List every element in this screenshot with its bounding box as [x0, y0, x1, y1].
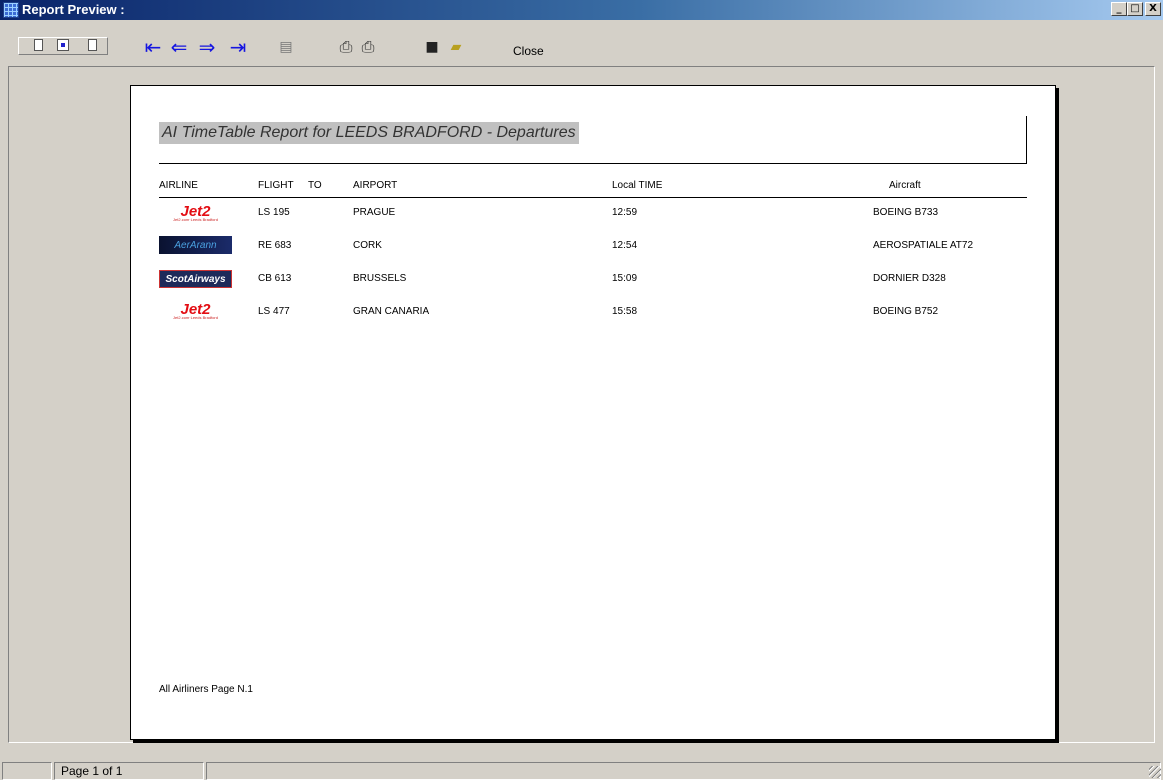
close-window-button[interactable]: X	[1145, 2, 1161, 16]
logo-text: Jet2	[180, 202, 211, 220]
last-page-icon[interactable]: ⇥	[226, 37, 250, 57]
flight-cell: CB 613	[258, 273, 292, 284]
status-cell-main	[206, 762, 1161, 780]
airline-logo-jet2: Jet2 Jet2.com·Leeds Bradford	[159, 204, 232, 222]
close-button[interactable]: Close	[513, 44, 544, 58]
prev-page-icon[interactable]: ⇐	[167, 37, 191, 57]
save-icon[interactable]: ■	[423, 37, 441, 57]
airport-cell: BRUSSELS	[353, 273, 407, 284]
print-setup-icon[interactable]: ⎙	[336, 37, 356, 57]
status-bar: Page 1 of 1	[0, 760, 1163, 780]
logo-subtext: Jet2.com·Leeds Bradford	[173, 216, 218, 222]
report-page: AI TimeTable Report for LEEDS BRADFORD -…	[130, 85, 1056, 740]
goto-page-icon[interactable]: ▤	[276, 37, 296, 57]
logo-subtext: Jet2.com·Leeds Bradford	[173, 314, 218, 320]
time-cell: 15:09	[612, 273, 638, 284]
airport-cell: PRAGUE	[353, 207, 396, 218]
flight-cell: RE 683	[258, 240, 292, 251]
report-title: AI TimeTable Report for LEEDS BRADFORD -…	[159, 122, 579, 144]
maximize-button[interactable]: □	[1127, 2, 1143, 16]
page-width-icon[interactable]	[88, 39, 97, 51]
column-header-local-time: Local TIME	[612, 180, 663, 191]
status-cell-empty	[2, 762, 52, 780]
minimize-button[interactable]: _	[1111, 2, 1127, 16]
first-page-icon[interactable]: ⇤	[141, 37, 165, 57]
flight-cell: LS 477	[258, 306, 290, 317]
title-divider-vertical	[1026, 116, 1027, 164]
logo-text: ScotAirways	[165, 273, 226, 285]
header-divider	[159, 197, 1027, 198]
window-title: Report Preview :	[22, 2, 125, 17]
close-button-label: Close	[513, 44, 544, 58]
title-bar: Report Preview : _ □ X	[0, 0, 1163, 20]
flight-cell: LS 195	[258, 207, 290, 218]
airline-logo-jet2: Jet2 Jet2.com·Leeds Bradford	[159, 302, 232, 320]
resize-grip-icon[interactable]	[1149, 766, 1161, 778]
title-divider	[159, 163, 1027, 164]
aircraft-cell: AEROSPATIALE AT72	[873, 240, 974, 251]
column-header-airport: AIRPORT	[353, 180, 398, 191]
aircraft-cell: BOEING B752	[873, 306, 939, 317]
aircraft-cell: DORNIER D328	[873, 273, 946, 284]
logo-text: AerArann	[174, 239, 217, 251]
airline-logo-aer-arann: AerArann	[159, 236, 232, 254]
aircraft-cell: BOEING B733	[873, 207, 939, 218]
print-icon[interactable]: ⎙	[358, 37, 378, 57]
open-folder-icon[interactable]: ▰	[446, 37, 466, 57]
report-footer: All Airliners Page N.1	[159, 684, 253, 695]
column-header-to: TO	[308, 180, 322, 191]
column-header-flight: FLIGHT	[258, 180, 294, 191]
airport-cell: CORK	[353, 240, 382, 251]
column-header-airline: AIRLINE	[159, 180, 198, 191]
column-header-aircraft: Aircraft	[889, 180, 921, 191]
page-info: Page 1 of 1	[54, 762, 204, 780]
airline-logo-scot-airways: ScotAirways	[159, 270, 232, 288]
toolbar: ⇤ ⇐ ⇒ ⇥ ▤ ⎙ ⎙ ■ ▰ Close	[0, 20, 1163, 66]
two-page-icon[interactable]	[57, 39, 69, 51]
one-page-icon[interactable]	[34, 39, 43, 51]
time-cell: 12:54	[612, 240, 638, 251]
time-cell: 12:59	[612, 207, 638, 218]
airport-cell: GRAN CANARIA	[353, 306, 430, 317]
time-cell: 15:58	[612, 306, 638, 317]
next-page-icon[interactable]: ⇒	[195, 37, 219, 57]
logo-text: Jet2	[180, 300, 211, 318]
app-icon	[3, 2, 19, 18]
window-controls: _ □ X	[1111, 2, 1161, 16]
